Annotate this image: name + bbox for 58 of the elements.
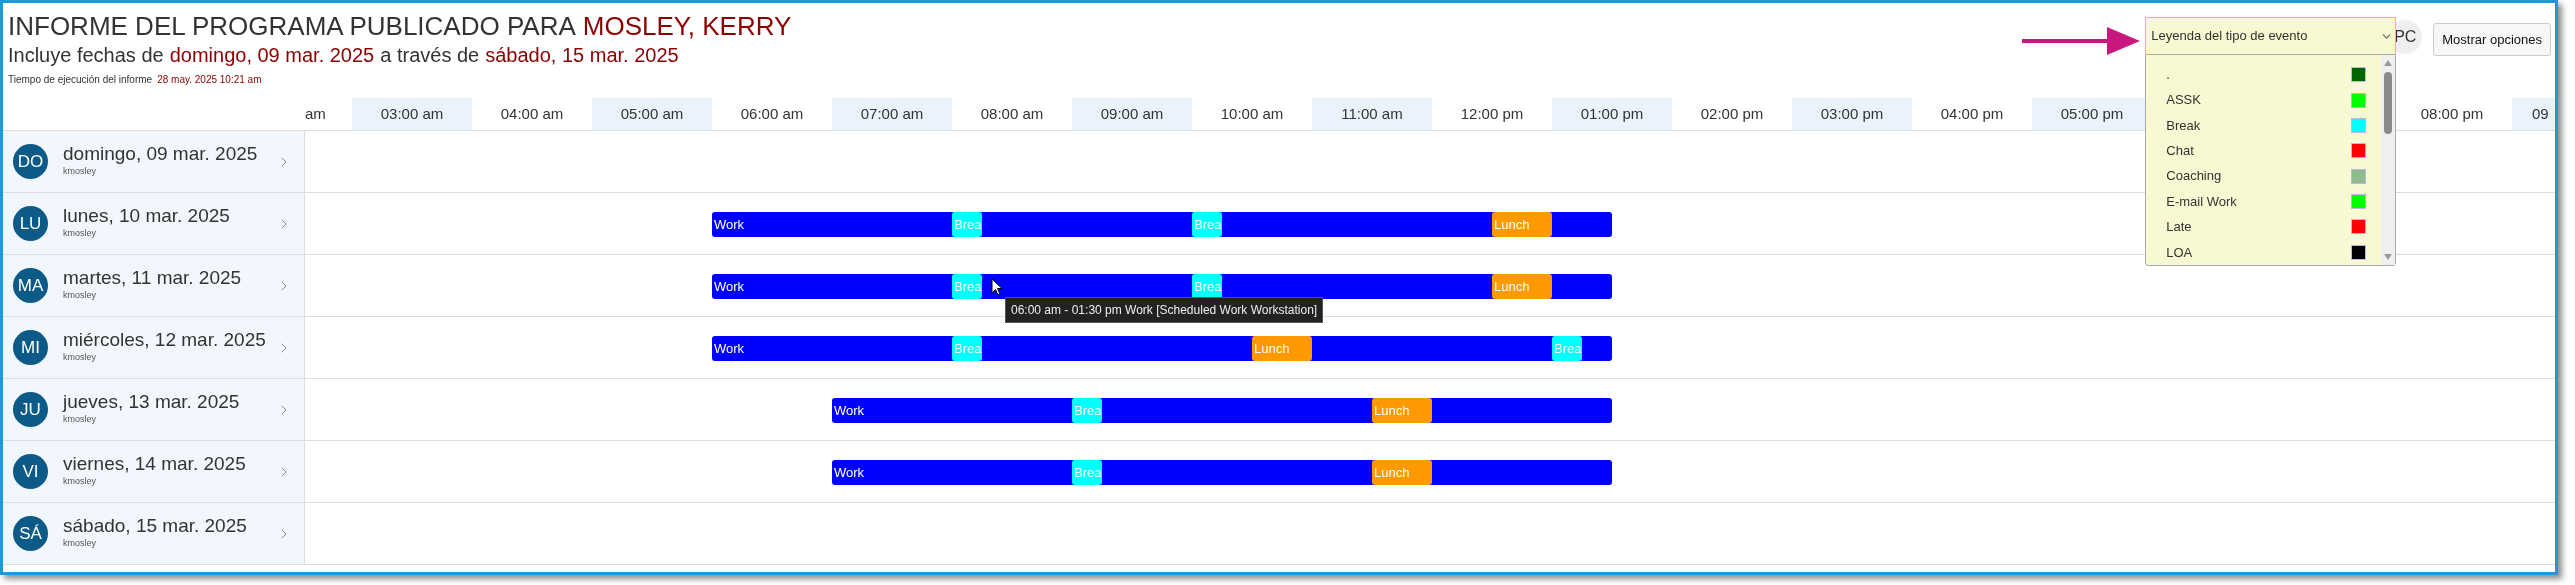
- range-label: Incluye fechas de: [8, 43, 164, 68]
- day-avatar: MA: [13, 268, 48, 303]
- hour-header: 11:00 am: [1312, 98, 1432, 130]
- user-name: kmosley: [63, 289, 97, 300]
- hour-header: 09:00 am: [1072, 98, 1192, 130]
- legend-item[interactable]: .: [2146, 62, 2382, 88]
- scrollbar-thumb[interactable]: [2384, 72, 2393, 134]
- day-header[interactable]: MI miércoles, 12 mar. 2025 kmosley: [3, 317, 305, 378]
- day-header[interactable]: VI viernes, 14 mar. 2025 kmosley: [3, 441, 305, 502]
- day-avatar: JU: [13, 392, 48, 427]
- day-header[interactable]: DO domingo, 09 mar. 2025 kmosley: [3, 131, 305, 192]
- hour-header: 03:00 am: [352, 98, 472, 130]
- legend-item[interactable]: Coaching: [2146, 163, 2382, 189]
- day-date: viernes, 14 mar. 2025: [63, 451, 247, 476]
- day-date: domingo, 09 mar. 2025: [63, 141, 259, 166]
- end-date: sábado, 15 mar. 2025: [485, 43, 679, 68]
- legend-item[interactable]: Chat: [2146, 138, 2382, 164]
- day-header[interactable]: SÁ sábado, 15 mar. 2025 kmosley: [3, 503, 305, 564]
- day-header[interactable]: LU lunes, 10 mar. 2025 kmosley: [3, 193, 305, 254]
- day-avatar: SÁ: [13, 516, 48, 551]
- run-time: 28 may. 2025 10:21 am: [157, 73, 262, 87]
- day-date: jueves, 13 mar. 2025: [63, 389, 241, 414]
- day-date: lunes, 10 mar. 2025: [63, 203, 231, 228]
- cursor-icon: [991, 278, 1003, 296]
- legend-item[interactable]: LOA: [2146, 239, 2382, 265]
- scroll-down-icon[interactable]: [2384, 254, 2393, 260]
- user-name: kmosley: [63, 351, 97, 362]
- hour-header: 09: [2512, 98, 2555, 130]
- scroll-up-icon[interactable]: [2384, 60, 2393, 66]
- day-avatar: VI: [13, 454, 48, 489]
- user-name: kmosley: [63, 475, 97, 486]
- legend-dropdown[interactable]: Leyenda del tipo de evento: [2145, 17, 2397, 54]
- hour-header: 03:00 pm: [1792, 98, 1912, 130]
- user-name: kmosley: [63, 165, 97, 176]
- run-time-label: Tiempo de ejecución del informe: [8, 73, 153, 87]
- options-button[interactable]: Mostrar opciones: [2433, 23, 2551, 56]
- range-label: a través de: [380, 43, 480, 68]
- day-date: martes, 11 mar. 2025: [63, 265, 243, 290]
- legend-item[interactable]: E-mail Work: [2146, 188, 2382, 215]
- day-avatar: LU: [13, 206, 48, 241]
- user-name: kmosley: [63, 227, 97, 238]
- user-name: kmosley: [63, 537, 97, 548]
- tooltip: 06:00 am - 01:30 pm Work [Scheduled Work Workstation]: [1005, 297, 1324, 323]
- day-date: miércoles, 12 mar. 2025: [63, 327, 267, 352]
- hour-header: 01:00 pm: [1552, 98, 1672, 130]
- employee-name: MOSLEY, KERRY: [582, 10, 792, 42]
- hour-header: 05:00 am: [592, 98, 712, 130]
- scrollbar[interactable]: [2381, 55, 2396, 265]
- report-title: INFORME DEL PROGRAMA PUBLICADO PARA: [8, 10, 576, 42]
- hour-header: 07:00 am: [832, 98, 952, 130]
- start-date: domingo, 09 mar. 2025: [169, 43, 375, 68]
- legend-item[interactable]: Late: [2146, 214, 2382, 240]
- day-date: sábado, 15 mar. 2025: [63, 513, 248, 538]
- day-header[interactable]: JU jueves, 13 mar. 2025 kmosley: [3, 379, 305, 440]
- day-avatar: MI: [13, 330, 48, 365]
- user-name: kmosley: [63, 413, 97, 424]
- day-avatar: DO: [13, 144, 48, 179]
- day-header[interactable]: MA martes, 11 mar. 2025 kmosley: [3, 255, 305, 316]
